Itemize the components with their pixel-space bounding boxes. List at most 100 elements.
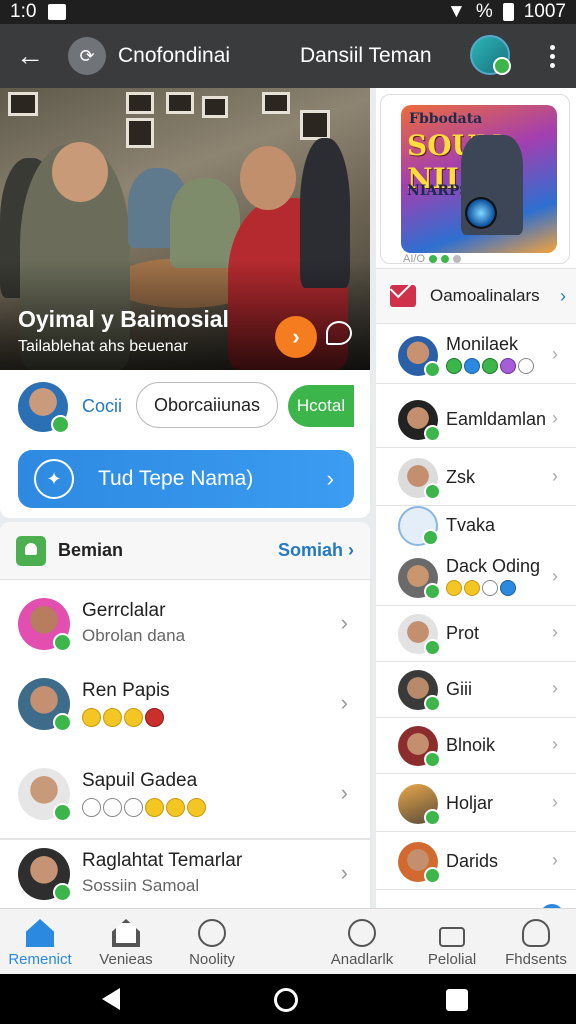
side-list-item[interactable]: Giii ›: [376, 662, 576, 718]
mail-icon: [390, 285, 416, 307]
status-icons: [446, 580, 516, 596]
side-list-item[interactable]: Eamldamlan ›: [376, 392, 576, 448]
nav-home-icon[interactable]: [274, 988, 298, 1012]
contact-subtitle: Sossiin Samoal: [82, 876, 200, 895]
hero-image[interactable]: Oyimal y Baimosial Tailablehat ahs beuen…: [0, 88, 370, 370]
house-icon: [112, 919, 140, 947]
status-clock: 1007: [523, 1, 566, 22]
chevron-right-icon: ›: [340, 690, 348, 715]
user-name[interactable]: Dansiil Teman: [300, 44, 432, 68]
side-item-name: Holjar: [446, 793, 494, 813]
side-item-name: Monilaek: [446, 334, 519, 354]
tab-personal[interactable]: Pelolial: [412, 915, 492, 973]
next-arrow-icon[interactable]: ›: [275, 316, 317, 358]
avatar: [398, 670, 441, 712]
avatar: [398, 458, 441, 500]
chevron-right-icon: ›: [340, 610, 348, 635]
avatar[interactable]: [18, 382, 70, 434]
list-item[interactable]: Raglahtat Temarlar Sossiin Samoal ›: [0, 834, 370, 914]
bottom-tab-bar: Remenict Venieas Noolity Anadlarlk Pelol…: [0, 908, 576, 974]
chevron-right-icon: ›: [552, 566, 558, 586]
tab-label: Pelolial: [427, 951, 477, 968]
chevron-right-icon: ›: [552, 408, 558, 428]
hero-title: Oyimal y Baimosial: [18, 306, 229, 332]
cta-button[interactable]: ✦ Tud Tepe Nama) ›: [18, 450, 354, 508]
hero-subtitle: Tailablehat ahs beuenar: [18, 338, 188, 355]
section-title: Bemian: [58, 540, 124, 560]
avatar: [398, 558, 441, 600]
tab-notify[interactable]: Noolity: [172, 915, 252, 973]
contact-icon: [16, 535, 46, 566]
avatar: [18, 678, 72, 732]
side-item-name: Tvaka: [446, 515, 496, 535]
side-list-item[interactable]: Dack Oding ›: [376, 550, 576, 606]
tab-label: Remenict: [8, 951, 72, 968]
tab-label: Anadlarlk: [330, 951, 394, 968]
avatar: [18, 848, 72, 902]
tab-venues[interactable]: Venieas: [86, 915, 166, 973]
side-list-item[interactable]: Blnoik ›: [376, 718, 576, 774]
chevron-right-icon: ›: [552, 622, 558, 642]
list-item[interactable]: Sapuil Gadea ›: [0, 754, 370, 834]
back-arrow-icon[interactable]: ←: [0, 24, 60, 88]
promo-card[interactable]: Fbbodata SOUN NII NIARPS AI/O: [380, 94, 570, 265]
side-item-name: Eamldamlan: [446, 409, 547, 429]
contacts-card: Bemian Somiah › Gerrclalar Obrolan dana …: [0, 522, 370, 912]
person-icon: [522, 919, 550, 947]
tab-friends[interactable]: Fhdsents: [496, 915, 576, 973]
more-vert-icon[interactable]: [540, 38, 564, 74]
avatar: [398, 506, 439, 546]
side-item-name: Giii: [446, 679, 472, 699]
chevron-right-icon: ›: [340, 780, 348, 805]
section-header: Bemian Somiah ›: [0, 522, 370, 580]
cta-label: Tud Tepe Nama): [98, 467, 254, 490]
contact-name: Raglahtat Temarlar: [82, 850, 243, 871]
action-card: Cocii Oborcaiiunas Hcotal ✦ Tud Tepe Nam…: [0, 370, 370, 518]
app-title: Cnofondinai: [118, 44, 231, 67]
list-item[interactable]: Ren Papis ›: [0, 664, 370, 744]
pill-label[interactable]: Cocii: [82, 396, 122, 417]
chevron-right-icon: ›: [326, 466, 334, 491]
channel-icon[interactable]: ⟳: [68, 37, 106, 75]
contact-name: Sapuil Gadea: [82, 770, 198, 791]
clock-icon: [348, 919, 376, 947]
contact-subtitle: Obrolan dana: [82, 626, 186, 645]
list-item[interactable]: Gerrclalar Obrolan dana ›: [0, 584, 370, 664]
side-list-item[interactable]: Holjar ›: [376, 776, 576, 832]
nav-recents-icon[interactable]: [446, 989, 468, 1011]
side-item-name: Darids: [446, 851, 499, 871]
tab-analytics[interactable]: Anadlarlk: [322, 915, 402, 973]
side-column: Fbbodata SOUN NII NIARPS AI/O Oamoalinal…: [376, 88, 576, 908]
tab-label: Fhdsents: [505, 951, 567, 968]
avatar: [398, 614, 441, 656]
side-list-item[interactable]: Monilaek ›: [376, 328, 576, 384]
header-avatar[interactable]: [470, 35, 511, 75]
status-icons: [446, 358, 534, 374]
side-list-item[interactable]: Tvaka: [376, 498, 576, 554]
side-section-header[interactable]: Oamoalinalars ›: [376, 268, 576, 324]
tab-home[interactable]: Remenict: [0, 915, 80, 973]
avatar: [398, 726, 441, 768]
tab-label: Venieas: [99, 951, 153, 968]
side-list-item[interactable]: Darids ›: [376, 834, 576, 890]
chevron-right-icon: ›: [552, 734, 558, 754]
nav-back-icon[interactable]: [102, 988, 120, 1010]
avatar: [398, 842, 441, 884]
side-item-name: Zsk: [446, 467, 475, 487]
side-item-name: Prot: [446, 623, 480, 643]
app-bar: ← ⟳ Cnofondinai Dansiil Teman: [0, 24, 576, 88]
side-section-title: Oamoalinalars: [430, 286, 540, 305]
compass-icon: ✦: [34, 459, 74, 499]
side-list-item[interactable]: Prot ›: [376, 606, 576, 662]
side-item-name: Blnoik: [446, 735, 496, 755]
avatar: [398, 784, 441, 826]
chat-bubble-icon[interactable]: [326, 321, 352, 345]
status-time: 1:0: [10, 1, 37, 22]
outline-button[interactable]: Oborcaiiunas: [136, 382, 278, 428]
home-icon: [26, 919, 54, 947]
contact-name: Gerrclalar: [82, 600, 166, 621]
green-button[interactable]: Hcotal: [288, 385, 354, 427]
section-link[interactable]: Somiah ›: [278, 540, 354, 561]
status-bar: 1:0 ▼ % 1007: [0, 0, 576, 24]
compass-icon: [198, 919, 226, 947]
